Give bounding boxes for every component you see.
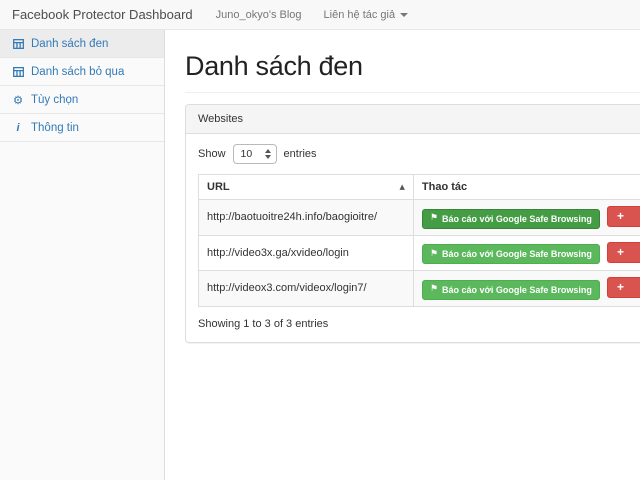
remove-button[interactable]: + [607,206,640,227]
app-window: Facebook Protector Dashboard Juno_okyo's… [0,0,640,480]
flag-icon: ⚑ [430,214,438,223]
main-content: Danh sách đen Websites Show 10 entries [165,30,640,480]
sidebar-item-label: Tùy chọn [31,94,78,106]
table-row: http://baotuoitre24h.info/baogioitre/ ⚑ … [199,200,640,236]
page-title: Danh sách đen [185,51,640,82]
entries-label: entries [284,148,317,160]
table-icon [12,39,24,49]
sidebar-item-label: Thông tin [31,122,79,134]
navbar-link-blog[interactable]: Juno_okyo's Blog [205,0,313,30]
column-header-url[interactable]: URL ▲ [199,175,414,200]
navbar-dropdown-contact[interactable]: Liên hệ tác giả [313,0,420,30]
flag-icon: ⚑ [430,250,438,259]
remove-button[interactable]: + [607,277,640,298]
chevron-down-icon [400,13,408,17]
actions-cell: ⚑ Báo cáo với Google Safe Browsing + [413,200,640,236]
report-google-safe-browsing-button[interactable]: ⚑ Báo cáo với Google Safe Browsing [422,209,600,229]
table-row: http://video3x.ga/xvideo/login ⚑ Báo cáo… [199,235,640,271]
websites-panel: Websites Show 10 entries [185,104,640,343]
table-icon [12,67,24,77]
report-google-safe-browsing-button[interactable]: ⚑ Báo cáo với Google Safe Browsing [422,280,600,300]
sidebar-item-options[interactable]: ⚙ Tùy chọn [0,86,164,114]
url-cell: http://videox3.com/videox/login7/ [199,271,414,307]
info-icon: i [12,122,24,134]
entries-per-page-select[interactable]: 10 [233,144,277,164]
sidebar-item-blacklist[interactable]: Danh sách đen [0,30,164,58]
blacklist-table: URL ▲ Thao tác http://baotuoitre24h.info… [198,174,640,307]
navbar-brand[interactable]: Facebook Protector Dashboard [0,7,205,22]
show-label: Show [198,148,226,160]
panel-body: Show 10 entries [186,134,640,342]
gear-icon: ⚙ [12,93,24,107]
url-cell: http://baotuoitre24h.info/baogioitre/ [199,200,414,236]
sidebar: Danh sách đen Danh sách bỏ qua ⚙ Tùy chọ… [0,30,165,480]
plus-icon: + [617,280,624,294]
sidebar-item-whitelist[interactable]: Danh sách bỏ qua [0,58,164,86]
panel-header: Websites [186,105,640,134]
sidebar-item-label: Danh sách đen [31,38,108,50]
navbar-dropdown-contact-label: Liên hệ tác giả [324,9,396,21]
entries-per-page-value: 10 [241,148,253,160]
actions-cell: ⚑ Báo cáo với Google Safe Browsing + [413,271,640,307]
sort-ascending-icon: ▲ [400,183,405,191]
table-info: Showing 1 to 3 of 3 entries [198,318,640,330]
remove-button[interactable]: + [607,242,640,263]
layout: Danh sách đen Danh sách bỏ qua ⚙ Tùy chọ… [0,30,640,480]
top-navbar: Facebook Protector Dashboard Juno_okyo's… [0,0,640,30]
plus-icon: + [617,245,624,259]
column-header-actions[interactable]: Thao tác [413,175,640,200]
plus-icon: + [617,209,624,223]
table-header-row: URL ▲ Thao tác [199,175,640,200]
table-row: http://videox3.com/videox/login7/ ⚑ Báo … [199,271,640,307]
sidebar-item-info[interactable]: i Thông tin [0,114,164,142]
sidebar-item-label: Danh sách bỏ qua [31,66,124,78]
flag-icon: ⚑ [430,285,438,294]
report-google-safe-browsing-button[interactable]: ⚑ Báo cáo với Google Safe Browsing [422,244,600,264]
url-cell: http://video3x.ga/xvideo/login [199,235,414,271]
entries-length-control: Show 10 entries [198,144,640,164]
select-stepper-icon [265,149,271,159]
actions-cell: ⚑ Báo cáo với Google Safe Browsing + [413,235,640,271]
page-header: Danh sách đen [185,51,640,93]
